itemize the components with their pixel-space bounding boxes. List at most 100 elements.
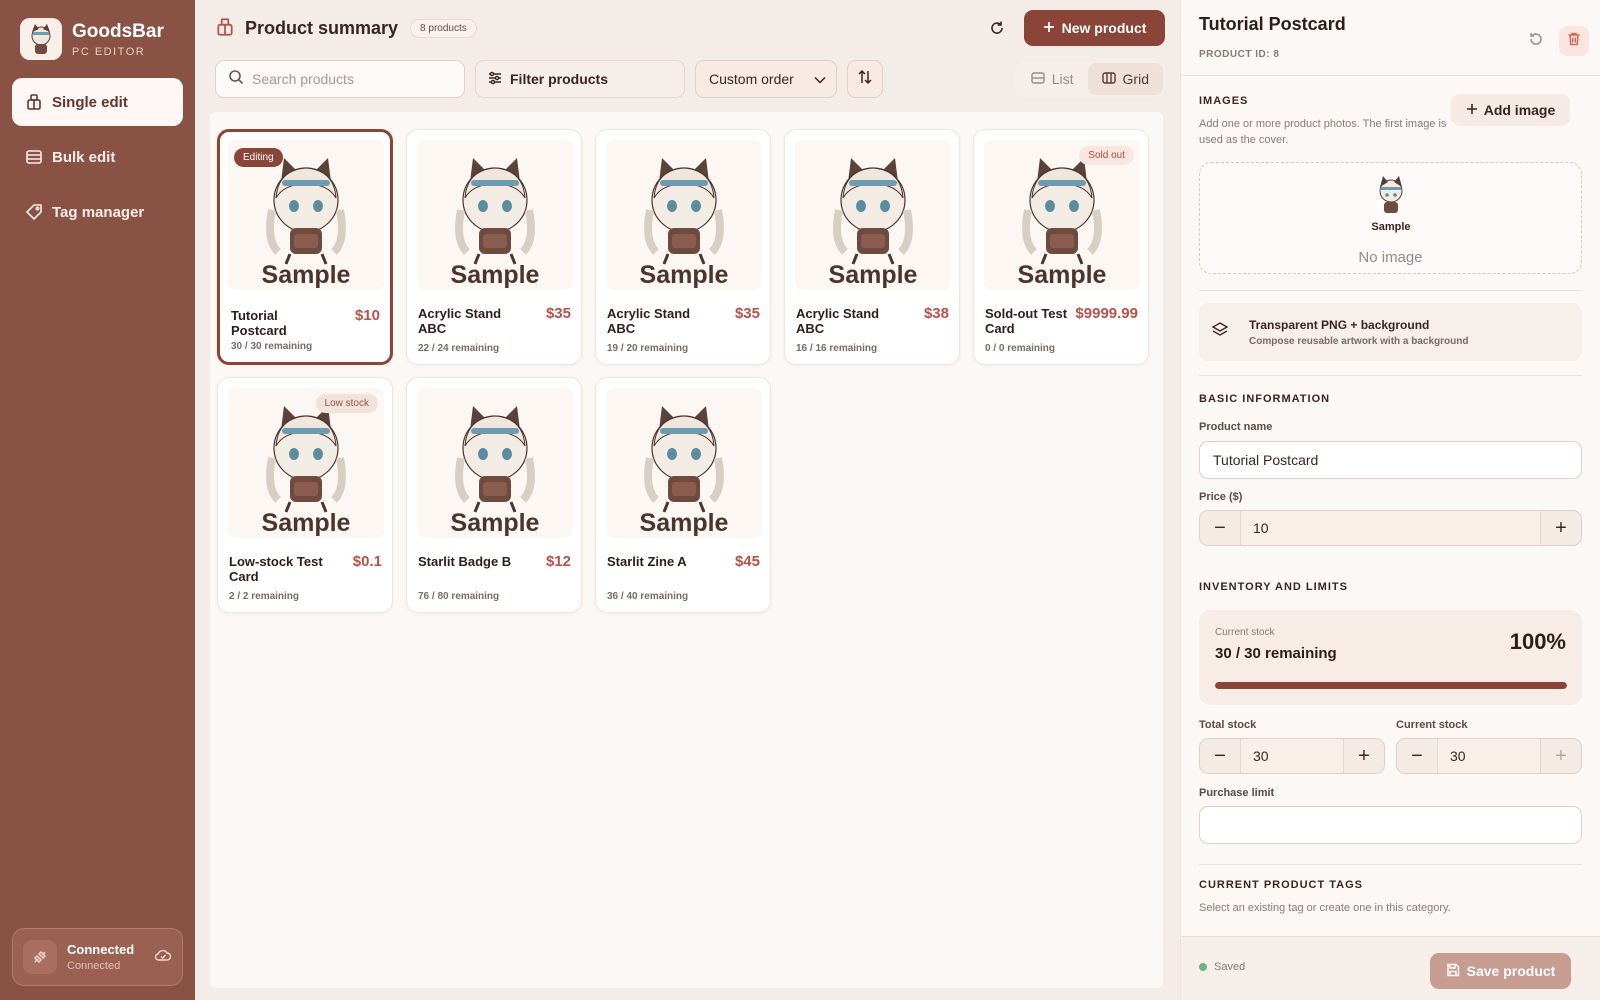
toolbar: Filter products Custom order List [215,60,1165,98]
increment-price-button[interactable]: + [1541,511,1581,545]
connection-title: Connected [67,942,135,957]
image-dropzone[interactable]: Sample No image [1199,162,1582,274]
sidebar-item-single-edit[interactable]: Single edit [12,78,183,126]
inventory-section-label: INVENTORY AND LIMITS [1199,581,1348,593]
product-thumbnail: Sample [417,140,573,290]
product-card[interactable]: Sample Acrylic Stand ABC $38 16 / 16 rem… [784,129,960,365]
image-thumbnail: Sample [1367,169,1415,233]
tag-icon [24,202,44,222]
product-name-input[interactable] [1199,441,1582,479]
decrement-price-button[interactable]: − [1200,511,1240,545]
chevron-down-icon [814,71,826,87]
list-icon [1031,71,1045,87]
product-card[interactable]: Sample Sold out Sold-out Test Card $9999… [973,129,1149,365]
filter-products-button[interactable]: Filter products [475,60,685,98]
main-content: Product summary 8 products New product F… [195,0,1180,1000]
price-input[interactable]: 10 [1240,511,1541,545]
divider [1199,375,1582,376]
price-stepper: − 10 + [1199,510,1582,546]
view-list-button[interactable]: List [1017,63,1088,95]
images-section-label: IMAGES [1199,95,1249,107]
new-product-label: New product [1061,20,1147,36]
total-stock-stepper: − 30 + [1199,738,1385,774]
product-grid: Sample Editing Tutorial Postcard $10 30 … [217,129,1149,613]
product-stock: 16 / 16 remaining [796,343,878,354]
product-name: Acrylic Stand ABC [796,306,880,336]
sort-direction-button[interactable] [847,60,883,98]
add-image-label: Add image [1483,102,1556,118]
product-grid-area: Sample Editing Tutorial Postcard $10 30 … [210,112,1163,988]
product-card[interactable]: Sample Editing Tutorial Postcard $10 30 … [217,129,393,365]
add-image-button[interactable]: Add image [1451,94,1570,126]
status-dot [1199,963,1207,971]
product-card[interactable]: Sample Starlit Zine A $45 36 / 40 remain… [595,377,771,613]
product-name: Tutorial Postcard [231,308,287,338]
editor-panel: Tutorial Postcard PRODUCT ID: 8 IMAGES A… [1180,0,1600,1000]
basic-info-label: BASIC INFORMATION [1199,393,1331,405]
product-card[interactable]: Sample Acrylic Stand ABC $35 22 / 24 rem… [406,129,582,365]
box-icon [215,17,237,39]
app-subtitle: PC EDITOR [72,45,146,58]
product-stock: 0 / 0 remaining [985,343,1056,354]
save-product-label: Save product [1466,963,1556,979]
product-name: Starlit Zine A [607,554,687,569]
price-label: Price ($) [1199,491,1243,503]
decrement-total-button[interactable]: − [1200,739,1240,773]
save-icon [1446,963,1460,980]
product-price: $45 [734,553,760,570]
brand: GoodsBar PC EDITOR [20,18,164,60]
product-stock: 19 / 20 remaining [607,343,689,354]
sort-order-select[interactable]: Custom order [695,60,837,98]
product-thumbnail: Sample [795,140,951,290]
thumbnail-text: Sample [640,261,729,289]
product-card[interactable]: Sample Low stock Low-stock Test Card $0.… [217,377,393,613]
view-grid-button[interactable]: Grid [1087,63,1163,95]
product-card[interactable]: Sample Starlit Badge B $12 76 / 80 remai… [406,377,582,613]
image-thumbnail-text: Sample [1371,221,1410,233]
product-name: Acrylic Stand ABC [607,306,691,336]
product-price: $38 [923,305,949,322]
thumbnail-text: Sample [829,261,918,289]
decrement-current-button[interactable]: − [1397,739,1437,773]
sold-out-badge: Sold out [1079,146,1134,165]
product-price: $35 [545,305,571,322]
total-stock-label: Total stock [1199,719,1257,731]
compose-subtitle: Compose reusable artwork with a backgrou… [1249,335,1469,347]
stock-progress-bar [1215,682,1567,689]
total-stock-input[interactable]: 30 [1240,739,1344,773]
divider [1199,864,1582,865]
low-stock-badge: Low stock [315,394,378,413]
plus-icon [1466,102,1478,118]
view-grid-label: Grid [1122,71,1149,87]
layers-icon [1211,321,1229,344]
panel-actions [1521,26,1589,56]
cloud-icon [154,948,172,967]
undo-icon [1528,31,1544,52]
increment-total-button[interactable]: + [1344,739,1384,773]
current-stock-input[interactable]: 30 [1437,739,1541,773]
sidebar-item-bulk-edit[interactable]: Bulk edit [12,133,183,181]
revert-button[interactable] [1521,26,1551,56]
page-title: Product summary [245,17,399,38]
save-status: Saved [1199,961,1245,973]
save-status-text: Saved [1214,961,1246,973]
connection-status[interactable]: Connected Connected [12,928,183,986]
new-product-button[interactable]: New product [1024,10,1165,46]
tags-help-text: Select an existing tag or create one in … [1199,902,1451,914]
product-stock: 36 / 40 remaining [607,591,689,602]
product-name: Sold-out Test Card [985,306,1068,336]
delete-product-button[interactable] [1559,26,1589,56]
increment-current-button[interactable]: + [1541,739,1581,773]
compose-artwork-option[interactable]: Transparent PNG + background Compose reu… [1199,303,1582,361]
search-input[interactable] [252,71,452,87]
sidebar-item-label: Bulk edit [52,148,116,166]
save-product-button[interactable]: Save product [1430,953,1571,989]
product-card[interactable]: Sample Acrylic Stand ABC $35 19 / 20 rem… [595,129,771,365]
refresh-icon[interactable] [982,13,1012,43]
no-image-text: No image [1358,249,1423,266]
sidebar-item-tag-manager[interactable]: Tag manager [12,188,183,236]
product-price: $10 [354,307,380,324]
purchase-limit-input[interactable] [1199,806,1582,844]
view-list-label: List [1051,71,1074,87]
sidebar: GoodsBar PC EDITOR Single edit Bulk edit… [0,0,195,1000]
